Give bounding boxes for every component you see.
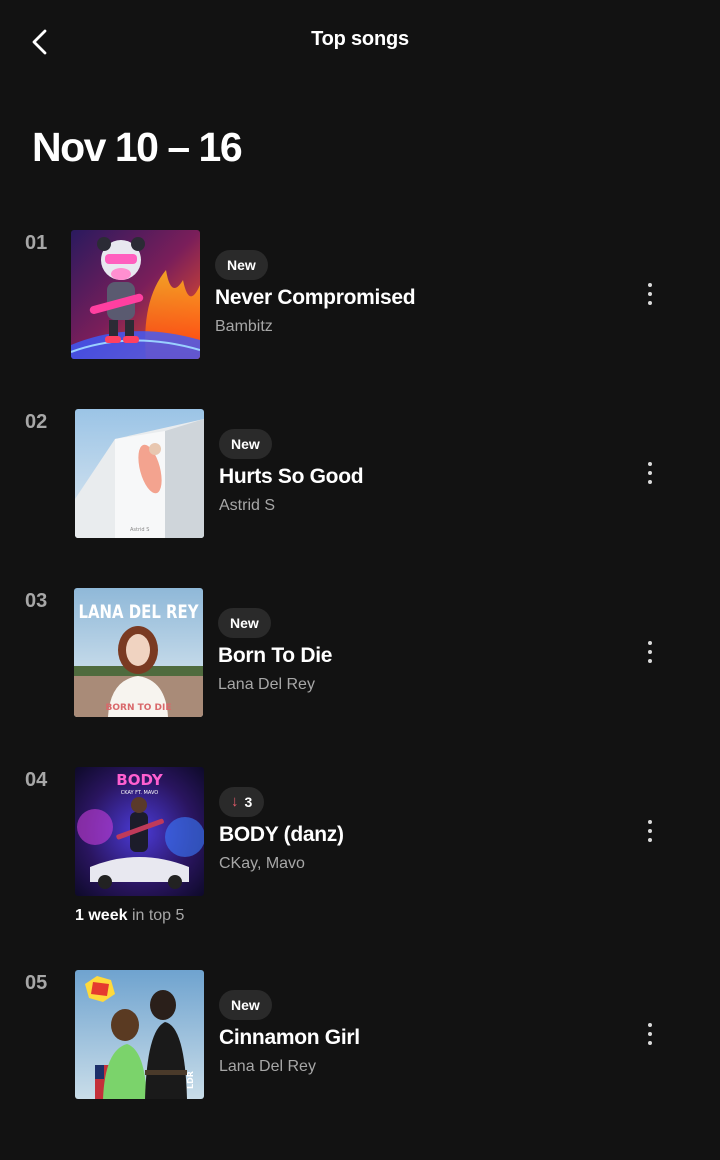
- more-dot: [648, 1041, 652, 1045]
- date-range-heading: Nov 10 – 16: [32, 124, 243, 170]
- album-art-nfr-icon: LDR: [75, 970, 204, 1099]
- more-dot: [648, 1032, 652, 1036]
- song-row[interactable]: 05 LDR New Cinnamon Girl Lana Del Rey: [0, 970, 720, 1100]
- song-artist[interactable]: Bambitz: [215, 318, 273, 336]
- rank-change-badge: ↓ 3: [219, 787, 265, 817]
- song-rank: 02: [25, 411, 48, 433]
- more-dot: [648, 471, 652, 475]
- song-row[interactable]: 04 BODY CKAY FT. MAVO ↓ 3 BODY (danz) CK…: [0, 767, 720, 937]
- song-rank: 04: [25, 769, 48, 791]
- more-dot: [648, 1023, 652, 1027]
- song-artist[interactable]: Astrid S: [219, 497, 275, 515]
- more-dot: [648, 301, 652, 305]
- weeks-in-top-note: 1 week in top 5: [75, 907, 184, 925]
- album-cover: LDR: [75, 970, 204, 1099]
- song-title: Never Compromised: [215, 286, 416, 309]
- song-rank: 05: [25, 972, 48, 994]
- more-dot: [648, 641, 652, 645]
- more-dot: [648, 820, 652, 824]
- album-cover: LANA DEL REY BORN TO DIE: [74, 588, 203, 717]
- new-badge: New: [219, 429, 272, 459]
- song-rank: 03: [25, 590, 48, 612]
- song-title: Born To Die: [218, 644, 333, 667]
- svg-text:BORN TO DIE: BORN TO DIE: [106, 703, 172, 713]
- svg-text:CKAY FT. MAVO: CKAY FT. MAVO: [121, 790, 159, 796]
- new-badge: New: [218, 608, 271, 638]
- more-options-button[interactable]: [632, 1012, 668, 1056]
- song-rank: 01: [25, 232, 48, 254]
- more-options-button[interactable]: [632, 272, 668, 316]
- album-art-lana-del-rey-icon: LANA DEL REY BORN TO DIE: [74, 588, 203, 717]
- song-title: Cinnamon Girl: [219, 1026, 360, 1049]
- weeks-suffix: in top 5: [131, 907, 185, 924]
- more-dot: [648, 838, 652, 842]
- song-row[interactable]: 02 Astrid S New Hurts So Good Astrid S: [0, 409, 720, 539]
- weeks-count: 1 week: [75, 907, 128, 924]
- song-artist[interactable]: Lana Del Rey: [218, 676, 315, 694]
- song-title: Hurts So Good: [219, 465, 364, 488]
- album-art-astrid-s-icon: Astrid S: [75, 409, 204, 538]
- more-options-button[interactable]: [632, 809, 668, 853]
- svg-text:LDR: LDR: [186, 1071, 195, 1089]
- song-artist[interactable]: Lana Del Rey: [219, 1058, 316, 1076]
- new-badge: New: [215, 250, 268, 280]
- song-title: BODY (danz): [219, 823, 344, 846]
- album-art-body-icon: BODY CKAY FT. MAVO: [75, 767, 204, 896]
- album-art-panda-guitar-icon: [71, 230, 200, 359]
- cover-text: LANA DEL REY: [79, 601, 199, 623]
- more-options-button[interactable]: [632, 451, 668, 495]
- album-cover: Astrid S: [75, 409, 204, 538]
- more-dot: [648, 829, 652, 833]
- more-dot: [648, 462, 652, 466]
- more-options-button[interactable]: [632, 630, 668, 674]
- song-artist[interactable]: CKay, Mavo: [219, 855, 305, 873]
- more-dot: [648, 480, 652, 484]
- new-badge: New: [219, 990, 272, 1020]
- more-dot: [648, 659, 652, 663]
- more-dot: [648, 283, 652, 287]
- rank-change-value: 3: [244, 794, 253, 810]
- header: Top songs: [0, 0, 720, 84]
- page-title: Top songs: [311, 28, 409, 50]
- arrow-down-icon: ↓: [231, 793, 239, 810]
- album-cover: BODY CKAY FT. MAVO: [75, 767, 204, 896]
- song-row[interactable]: 03 LANA DEL REY BORN TO DIE New Born To …: [0, 588, 720, 718]
- more-dot: [648, 292, 652, 296]
- song-row[interactable]: 01 New Never Compromised Bambitz: [0, 230, 720, 360]
- more-dot: [648, 650, 652, 654]
- cover-text: BODY: [116, 771, 164, 789]
- album-cover: [71, 230, 200, 359]
- svg-text:Astrid S: Astrid S: [130, 527, 149, 533]
